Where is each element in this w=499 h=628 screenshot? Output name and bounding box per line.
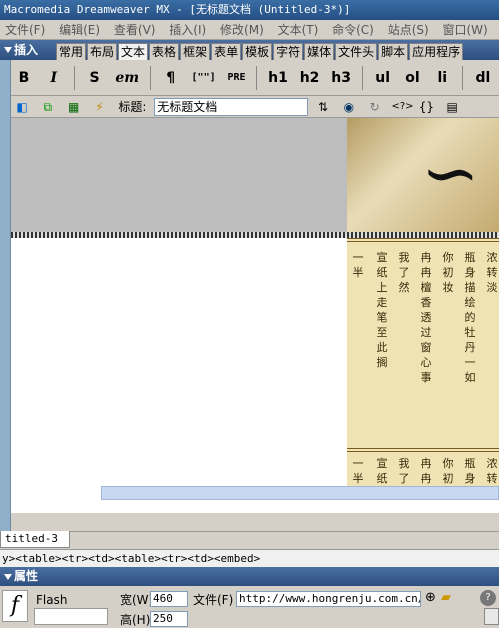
- tab-characters[interactable]: 字符: [273, 43, 304, 60]
- document-tab-strip: [0, 531, 499, 550]
- reference-icon[interactable]: <?>: [392, 99, 414, 115]
- document-toolbar: ◧ ⧉ ▦ ⚡ 标题: 无标题文档 ⇅ ◉ ↻ <?> {} ▤: [11, 96, 499, 118]
- poem-column: 冉冉檀香透过窗心事: [420, 251, 432, 384]
- poem-column: 一半: [352, 251, 364, 279]
- refresh-icon[interactable]: ↻: [366, 99, 384, 115]
- tab-layout[interactable]: 布局: [87, 43, 118, 60]
- strong-button[interactable]: S: [81, 64, 107, 92]
- width-input[interactable]: 460: [150, 591, 188, 607]
- flash-embed-placeholder[interactable]: [11, 238, 347, 491]
- poem-column: 我了然: [398, 251, 410, 294]
- list-item-button[interactable]: li: [429, 64, 455, 92]
- bold-button[interactable]: B: [11, 64, 37, 92]
- code-navigation-icon[interactable]: {}: [417, 99, 435, 115]
- flash-icon: f: [2, 590, 28, 622]
- collapse-triangle-icon[interactable]: [4, 574, 12, 580]
- poem-column: 浓转淡: [486, 251, 498, 294]
- menu-site[interactable]: 站点(S): [383, 20, 434, 39]
- tab-script[interactable]: 脚本: [378, 43, 409, 60]
- heading3-button[interactable]: h3: [327, 64, 355, 92]
- insert-panel-title[interactable]: 插入: [0, 40, 56, 60]
- view-options-icon[interactable]: ▤: [443, 99, 461, 115]
- menu-file[interactable]: 文件(F): [0, 20, 50, 39]
- properties-panel-title[interactable]: 属性: [0, 567, 499, 586]
- preformatted-button[interactable]: PRE: [223, 64, 249, 92]
- window-title: Macromedia Dreamweaver MX - [无标题文档 (Unti…: [4, 3, 351, 16]
- horizontal-scrollbar[interactable]: [101, 486, 499, 500]
- design-canvas[interactable]: ∽ 浓转淡 瓶身描绘的牡丹一如 你初妆 冉冉檀香透过窗心事 我了然 宣纸上走笔至…: [11, 118, 499, 513]
- insert-tabs: 常用 布局 文本 表格 框架 表单 模板 字符 媒体 文件头 脚本 应用程序: [56, 43, 464, 60]
- menu-window[interactable]: 窗口(W): [438, 20, 493, 39]
- tab-forms[interactable]: 表单: [211, 43, 242, 60]
- tab-head[interactable]: 文件头: [335, 43, 378, 60]
- tab-text[interactable]: 文本: [118, 43, 149, 60]
- blockquote-button[interactable]: [""]: [188, 64, 220, 92]
- object-type-label: Flash: [36, 593, 68, 607]
- tab-common[interactable]: 常用: [56, 43, 87, 60]
- tab-frames[interactable]: 框架: [180, 43, 211, 60]
- document-tab[interactable]: titled-3 *: [0, 531, 70, 561]
- title-input[interactable]: 无标题文档: [154, 98, 309, 116]
- italic-button[interactable]: I: [41, 64, 67, 92]
- window-title-bar: Macromedia Dreamweaver MX - [无标题文档 (Unti…: [0, 0, 499, 20]
- unordered-list-button[interactable]: ul: [370, 64, 396, 92]
- tab-application[interactable]: 应用程序: [409, 43, 464, 60]
- poem-panel-repeat: 浓转淡 瓶身描 你初妆 冉冉檀 我了然 宣纸上 一半: [347, 448, 499, 491]
- edit-button[interactable]: [484, 608, 499, 625]
- ordered-list-button[interactable]: ol: [399, 64, 425, 92]
- separator: [361, 66, 363, 90]
- heading2-button[interactable]: h2: [296, 64, 324, 92]
- file-path-input[interactable]: http://www.hongrenju.com.cn/do: [236, 591, 421, 607]
- code-view-icon[interactable]: ◧: [13, 99, 31, 115]
- tab-templates[interactable]: 模板: [242, 43, 273, 60]
- collapse-triangle-icon[interactable]: [4, 47, 12, 53]
- split-view-icon[interactable]: ⧉: [39, 99, 57, 115]
- preview-browser-icon[interactable]: ◉: [340, 99, 358, 115]
- help-icon[interactable]: ?: [480, 590, 496, 606]
- separator: [149, 66, 151, 90]
- poem-column: 一半: [352, 457, 364, 485]
- tab-media[interactable]: 媒体: [304, 43, 335, 60]
- gray-table-cell: [11, 118, 347, 232]
- paragraph-button[interactable]: ¶: [158, 64, 184, 92]
- tab-tables[interactable]: 表格: [149, 43, 180, 60]
- heading1-button[interactable]: h1: [264, 64, 292, 92]
- width-label: 宽(W): [120, 593, 154, 607]
- properties-panel: f Flash 宽(W) 460 高(H) 250 文件(F) http://w…: [0, 586, 499, 627]
- menu-edit[interactable]: 编辑(E): [54, 20, 105, 39]
- poem-column: 宣纸上走笔至此搁: [376, 251, 388, 369]
- poem-column: 瓶身描绘的牡丹一如: [464, 251, 476, 384]
- file-label: 文件(F): [193, 593, 234, 607]
- folder-icon[interactable]: ▰: [441, 590, 451, 605]
- flash-name-box[interactable]: [34, 608, 108, 625]
- separator: [462, 66, 464, 90]
- ink-calligraphy-icon: ∽: [421, 132, 480, 214]
- design-view-icon[interactable]: ▦: [65, 99, 83, 115]
- emphasis-button[interactable]: em: [111, 64, 143, 92]
- title-label: 标题:: [118, 100, 147, 114]
- live-data-icon[interactable]: ⚡: [90, 99, 108, 115]
- menu-modify[interactable]: 修改(M): [215, 20, 269, 39]
- menu-bar: 文件(F) 编辑(E) 查看(V) 插入(I) 修改(M) 文本(T) 命令(C…: [0, 20, 499, 40]
- tag-selector[interactable]: y><table><tr><td><table><tr><td><embed>: [0, 549, 499, 567]
- menu-view[interactable]: 查看(V): [109, 20, 161, 39]
- height-label: 高(H): [120, 613, 151, 627]
- menu-commands[interactable]: 命令(C): [327, 20, 379, 39]
- point-to-file-icon[interactable]: ⊕: [425, 590, 436, 605]
- poem-column: 你初妆: [442, 251, 454, 294]
- left-panel-strip[interactable]: [0, 60, 11, 555]
- text-insert-toolbar: B I S em ¶ [""] PRE h1 h2 h3 ul ol li dl…: [11, 60, 499, 96]
- menu-insert[interactable]: 插入(I): [164, 20, 211, 39]
- definition-list-button[interactable]: dl: [470, 64, 496, 92]
- separator: [73, 66, 75, 90]
- file-management-icon[interactable]: ⇅: [314, 99, 332, 115]
- menu-text[interactable]: 文本(T): [273, 20, 324, 39]
- separator: [256, 66, 258, 90]
